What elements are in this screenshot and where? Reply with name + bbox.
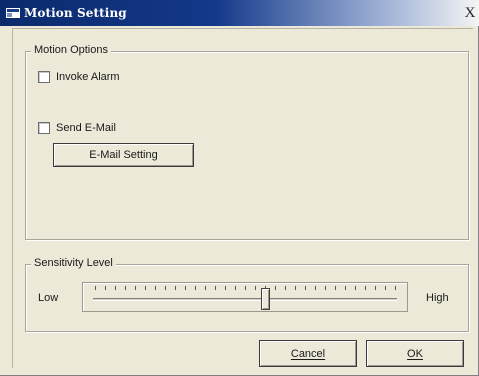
slider-tick: [375, 286, 376, 290]
slider-tick: [145, 286, 146, 290]
slider-tick: [165, 286, 166, 290]
slider-tick: [255, 286, 256, 290]
slider-tick: [135, 286, 136, 290]
slider-tick: [105, 286, 106, 290]
invoke-alarm-row[interactable]: Invoke Alarm: [38, 71, 120, 83]
send-email-checkbox[interactable]: [38, 122, 50, 134]
close-icon[interactable]: X: [462, 5, 478, 21]
send-email-label[interactable]: Send E-Mail: [56, 122, 116, 134]
title-bar[interactable]: Motion Setting X: [0, 0, 479, 26]
cancel-button[interactable]: Cancel: [259, 340, 357, 367]
ok-button[interactable]: OK: [366, 340, 464, 367]
slider-tick: [205, 286, 206, 290]
slider-tick: [95, 286, 96, 290]
slider-tick: [385, 286, 386, 290]
ok-button-label: OK: [407, 347, 423, 360]
slider-tick: [175, 286, 176, 290]
slider-tick: [335, 286, 336, 290]
slider-tick: [305, 286, 306, 290]
slider-tick: [185, 286, 186, 290]
slider-tick: [225, 286, 226, 290]
slider-tick: [115, 286, 116, 290]
slider-tick: [235, 286, 236, 290]
email-setting-button-label: E-Mail Setting: [89, 149, 158, 161]
slider-tick: [285, 286, 286, 290]
cancel-button-label: Cancel: [290, 347, 326, 360]
email-setting-button[interactable]: E-Mail Setting: [53, 143, 194, 167]
slider-tick: [295, 286, 296, 290]
slider-tick: [365, 286, 366, 290]
slider-tick: [125, 286, 126, 290]
slider-tick: [155, 286, 156, 290]
slider-track[interactable]: [93, 298, 397, 301]
slider-tick: [275, 286, 276, 290]
low-label: Low: [38, 292, 59, 304]
slider-tick: [325, 286, 326, 290]
sensitivity-level-label: Sensitivity Level: [31, 257, 116, 269]
slider-tick: [245, 286, 246, 290]
window-title: Motion Setting: [24, 6, 127, 20]
window-app-icon: [6, 8, 20, 18]
slider-tick: [315, 286, 316, 290]
slider-tick: [195, 286, 196, 290]
slider-tick: [355, 286, 356, 290]
send-email-row[interactable]: Send E-Mail: [38, 122, 116, 134]
slider-tick: [395, 286, 396, 290]
sensitivity-slider[interactable]: [82, 282, 408, 312]
slider-tick: [215, 286, 216, 290]
high-label: High: [426, 292, 449, 304]
slider-thumb[interactable]: [261, 288, 270, 310]
motion-setting-dialog: Motion Setting X Motion Options Invoke A…: [0, 0, 479, 376]
invoke-alarm-label[interactable]: Invoke Alarm: [56, 71, 120, 83]
invoke-alarm-checkbox[interactable]: [38, 71, 50, 83]
motion-options-label: Motion Options: [31, 44, 111, 56]
slider-tick: [345, 286, 346, 290]
